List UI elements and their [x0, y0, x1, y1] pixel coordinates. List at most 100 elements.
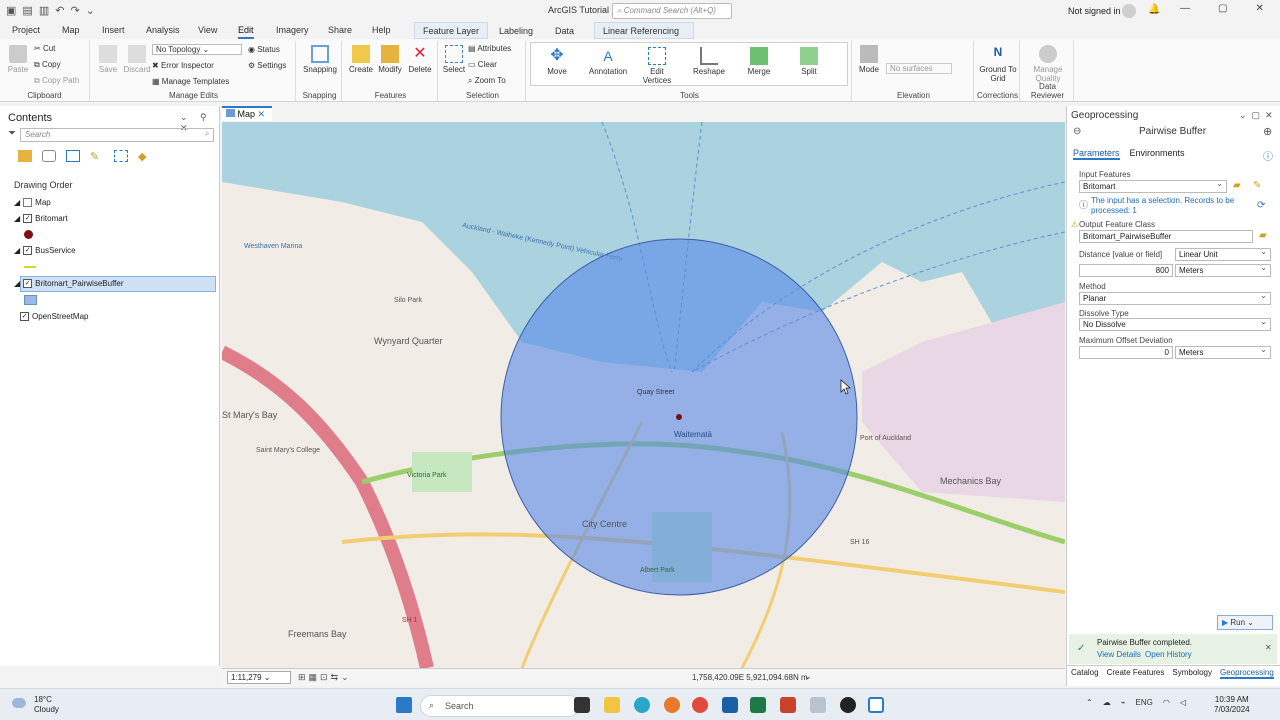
tab-geoprocessing[interactable]: Geoprocessing	[1219, 668, 1274, 679]
cut-button[interactable]: ✂ Cut	[34, 44, 55, 53]
merge-tool[interactable]: Merge	[737, 47, 781, 76]
busservice-symbol[interactable]	[24, 266, 36, 268]
filter-icon[interactable]: ⏷	[8, 128, 16, 139]
tab-feature-layer[interactable]: Feature Layer	[414, 22, 489, 39]
save-edits-button[interactable]: Save	[94, 45, 122, 74]
map-tab[interactable]: Map ✕	[222, 106, 272, 121]
task-view-icon[interactable]	[574, 697, 590, 713]
powerpoint-icon[interactable]	[780, 697, 796, 713]
layer-openstreetmap[interactable]: ✓ OpenStreetMap	[20, 312, 88, 321]
refresh-icon[interactable]: ⟳	[1257, 200, 1265, 211]
list-by-editing-icon[interactable]: ✎	[90, 150, 104, 163]
tab-map[interactable]: Map	[62, 25, 80, 35]
topology-select[interactable]: No Topology ⌄	[152, 44, 242, 55]
arcgis-pro-icon[interactable]	[868, 697, 884, 713]
avatar[interactable]	[1122, 4, 1136, 18]
manage-templates-button[interactable]: ▦ Manage Templates	[152, 77, 229, 86]
map-view[interactable]: Auckland - Waiheke (Kennedy Point) Vehic…	[222, 122, 1065, 668]
tab-share[interactable]: Share	[328, 25, 352, 35]
select-button[interactable]: Select	[442, 45, 466, 74]
close-icon[interactable]: ✕	[1265, 643, 1272, 652]
pane-controls[interactable]: ⌄▢✕	[1239, 110, 1278, 121]
tab-project[interactable]: Project	[12, 25, 40, 35]
close-tab-icon[interactable]: ✕	[258, 109, 266, 119]
undo-icon[interactable]: ↶	[55, 4, 64, 17]
chevron-up-icon[interactable]: ⌃	[1086, 698, 1093, 707]
list-by-source-icon[interactable]	[42, 150, 56, 162]
firefox-icon[interactable]	[664, 697, 680, 713]
list-by-selection-icon[interactable]	[66, 150, 80, 162]
list-by-snapping-icon[interactable]	[114, 150, 128, 162]
add-icon[interactable]: ⊕	[1263, 125, 1272, 138]
notification-bell-icon[interactable]: 🔔	[1148, 4, 1160, 15]
input-features-select[interactable]: Britomart	[1079, 179, 1227, 193]
file-explorer-icon[interactable]	[604, 697, 620, 713]
clock[interactable]: 10:39 AM 7/03/2024	[1214, 695, 1250, 715]
edit-vertices-tool[interactable]: Edit Vertices	[637, 47, 677, 85]
run-button[interactable]: ▶ Run ⌄	[1217, 615, 1273, 630]
surface-select[interactable]: No surfaces	[886, 63, 952, 74]
tab-parameters[interactable]: Parameters	[1073, 148, 1120, 160]
outlook-icon[interactable]	[722, 697, 738, 713]
app-icon[interactable]	[810, 697, 826, 713]
collapse-icon[interactable]: ◢	[14, 214, 20, 223]
windows-start-icon[interactable]	[396, 697, 412, 713]
scale-select[interactable]: 1:11,279 ⌄	[227, 671, 291, 684]
app-icon[interactable]	[840, 697, 856, 713]
layer-map[interactable]: ◢ Map	[14, 198, 51, 207]
tab-help[interactable]: Help	[372, 25, 391, 35]
tab-linear-referencing[interactable]: Linear Referencing	[594, 22, 694, 39]
move-tool[interactable]: ✥ Move	[537, 47, 577, 76]
modify-button[interactable]: Modify	[376, 45, 404, 74]
discard-button[interactable]: Discard	[122, 45, 152, 74]
manage-quality-button[interactable]: Manage Quality	[1026, 45, 1070, 83]
map-nav-tools[interactable]: ⊞▦⊡⇆⌄	[298, 672, 352, 683]
map-canvas[interactable]: Auckland - Waiheke (Kennedy Point) Vehic…	[222, 122, 1065, 668]
folder-icon[interactable]: ▰	[1233, 180, 1241, 191]
save-icon[interactable]: ▥	[39, 4, 49, 17]
layer-busservice[interactable]: ◢ ✓ BusService	[14, 246, 76, 255]
distance-unit-select[interactable]: Meters	[1175, 263, 1271, 277]
buffer-symbol[interactable]	[24, 295, 37, 305]
ground-to-grid-button[interactable]: N Ground To Grid	[978, 45, 1018, 83]
wifi-icon[interactable]: ◠	[1163, 698, 1170, 707]
snapping-button[interactable]: Snapping	[302, 45, 338, 74]
settings-button[interactable]: ⚙ Settings	[248, 61, 286, 70]
excel-icon[interactable]	[750, 697, 766, 713]
method-select[interactable]: Planar	[1079, 291, 1271, 305]
paste-button[interactable]: Paste	[4, 45, 32, 74]
volume-icon[interactable]: ◁	[1180, 698, 1186, 707]
weather-widget[interactable]: 18°C Cloudy	[34, 695, 59, 715]
new-project-icon[interactable]: ▣	[6, 4, 16, 17]
chrome-icon[interactable]	[692, 697, 708, 713]
tab-edit[interactable]: Edit	[238, 25, 254, 39]
delete-button[interactable]: ✕ Delete	[406, 45, 434, 74]
tab-view[interactable]: View	[198, 25, 217, 35]
cloud-sync-icon[interactable]: ☁	[1103, 698, 1111, 707]
layer-checkbox[interactable]: ✓	[23, 279, 33, 288]
attributes-button[interactable]: ▤ Attributes	[468, 44, 511, 53]
redo-icon[interactable]: ↷	[70, 4, 79, 17]
open-history-link[interactable]: Open History	[1145, 650, 1192, 659]
zoom-to-button[interactable]: ⌕ Zoom To	[468, 76, 506, 86]
collapse-icon[interactable]: ◢	[14, 279, 20, 288]
max-offset-unit-select[interactable]: Meters	[1175, 345, 1271, 359]
coordinate-format-icon[interactable]: ⌄	[804, 671, 812, 682]
reshape-tool[interactable]: Reshape	[687, 47, 731, 76]
edit-pencil-icon[interactable]: ✎	[1253, 180, 1261, 191]
open-icon[interactable]: ▤	[22, 4, 32, 17]
layer-pairwise-buffer[interactable]: ◢ ✓ Britomart_PairwiseBuffer	[14, 279, 123, 288]
tab-labeling[interactable]: Labeling	[490, 22, 542, 39]
britomart-symbol[interactable]	[24, 230, 33, 239]
tab-analysis[interactable]: Analysis	[146, 25, 180, 35]
back-icon[interactable]: ⊖	[1073, 126, 1081, 137]
bluetooth-icon[interactable]: ⌁	[1121, 698, 1126, 707]
tab-data[interactable]: Data	[546, 22, 583, 39]
split-tool[interactable]: Split	[787, 47, 831, 76]
distance-input[interactable]: 800	[1079, 264, 1173, 277]
taskbar-search[interactable]: ⌕ Search	[420, 695, 580, 717]
signin-status[interactable]: Not signed in	[1068, 6, 1121, 16]
copy-path-button[interactable]: ⧉ Copy Path	[34, 76, 79, 86]
contents-search-input[interactable]: Search ⌕	[20, 128, 214, 142]
output-feature-class-input[interactable]: Britomart_PairwiseBuffer	[1079, 230, 1253, 243]
